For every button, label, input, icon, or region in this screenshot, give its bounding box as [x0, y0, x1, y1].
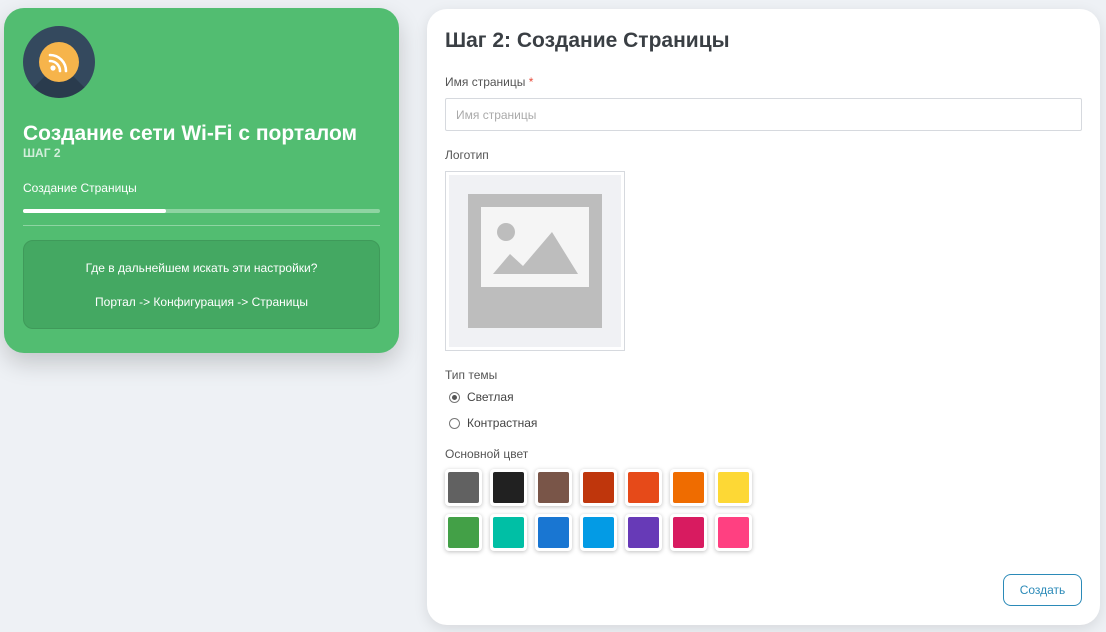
color-swatch-fill: [628, 472, 659, 503]
color-swatch-fill: [493, 517, 524, 548]
divider: [23, 225, 380, 227]
color-swatch-fill: [448, 517, 479, 548]
color-swatch-fill: [628, 517, 659, 548]
color-swatch[interactable]: [580, 514, 617, 551]
image-placeholder-icon: [468, 194, 602, 328]
rss-wifi-icon: [23, 26, 95, 98]
app-root: Создание сети Wi-Fi с порталом ШАГ 2 Соз…: [0, 0, 1106, 632]
create-page-form: Шаг 2: Создание Страницы Имя страницы * …: [427, 9, 1100, 625]
theme-option-contrast[interactable]: Контрастная: [449, 416, 537, 430]
color-swatch-fill: [673, 472, 704, 503]
color-swatch[interactable]: [535, 469, 572, 506]
hint-path: Портал -> Конфигурация -> Страницы: [95, 294, 308, 309]
wizard-current-step: Создание Страницы: [23, 181, 137, 196]
color-swatch[interactable]: [625, 514, 662, 551]
create-button[interactable]: Создать: [1003, 574, 1082, 606]
logo-label: Логотип: [445, 148, 489, 162]
color-swatch-fill: [583, 472, 614, 503]
color-swatch[interactable]: [670, 469, 707, 506]
theme-option-contrast-label: Контрастная: [467, 416, 538, 430]
color-swatch-fill: [538, 517, 569, 548]
color-swatch-fill: [673, 517, 704, 548]
primary-color-label: Основной цвет: [445, 447, 529, 461]
color-swatch[interactable]: [715, 469, 752, 506]
color-swatch[interactable]: [445, 514, 482, 551]
required-mark: *: [528, 75, 534, 89]
wizard-progress-bar: [23, 209, 380, 214]
theme-label: Тип темы: [445, 368, 498, 382]
wizard-step-label: ШАГ 2: [23, 146, 61, 161]
hint-question: Где в дальнейшем искать эти настройки?: [85, 260, 318, 275]
color-swatch-fill: [718, 517, 749, 548]
radio-light[interactable]: [449, 391, 460, 403]
color-swatch[interactable]: [490, 514, 527, 551]
settings-hint-box: Где в дальнейшем искать эти настройки? П…: [23, 240, 380, 330]
color-swatch[interactable]: [445, 469, 482, 506]
page-name-label-text: Имя страницы: [445, 75, 526, 89]
theme-option-light[interactable]: Светлая: [449, 390, 514, 404]
color-swatch[interactable]: [625, 469, 662, 506]
color-palette: [445, 469, 755, 551]
color-swatch-fill: [493, 472, 524, 503]
color-swatch-fill: [583, 517, 614, 548]
logo-upload[interactable]: [445, 171, 625, 351]
theme-option-light-label: Светлая: [467, 390, 514, 404]
wizard-title: Создание сети Wi-Fi с порталом: [23, 122, 358, 145]
color-swatch[interactable]: [490, 469, 527, 506]
wizard-progress-fill: [23, 209, 166, 214]
color-swatch[interactable]: [670, 514, 707, 551]
page-name-label: Имя страницы *: [445, 75, 533, 89]
color-swatch-fill: [448, 472, 479, 503]
page-name-input[interactable]: [445, 98, 1082, 131]
page-title: Шаг 2: Создание Страницы: [445, 29, 730, 52]
color-swatch[interactable]: [535, 514, 572, 551]
color-swatch[interactable]: [580, 469, 617, 506]
radio-contrast[interactable]: [449, 417, 460, 429]
color-swatch-fill: [538, 472, 569, 503]
wizard-info-card: Создание сети Wi-Fi с порталом ШАГ 2 Соз…: [4, 8, 399, 353]
color-swatch-fill: [718, 472, 749, 503]
color-swatch[interactable]: [715, 514, 752, 551]
